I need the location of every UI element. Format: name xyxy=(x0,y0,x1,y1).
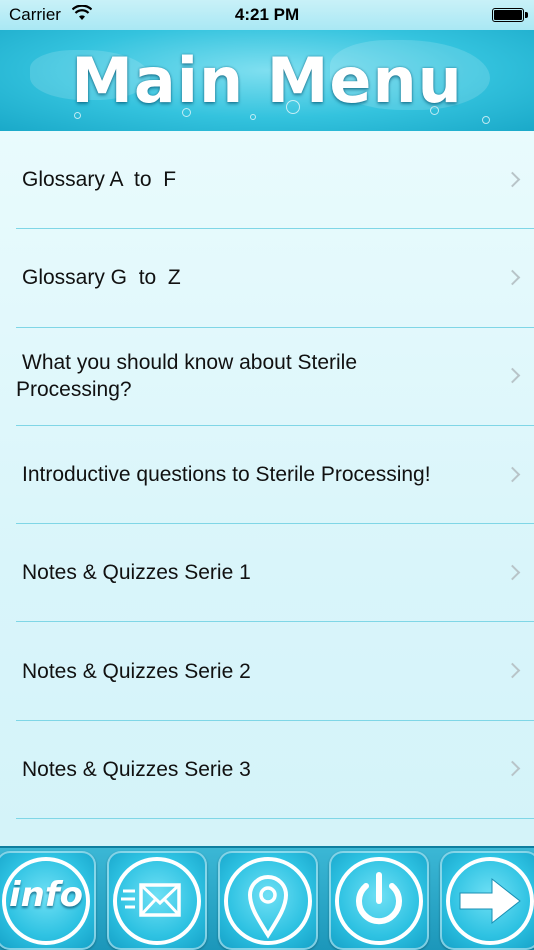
info-button-label: info xyxy=(8,875,83,915)
menu-item-label: Notes & Quizzes Serie 1 xyxy=(22,561,251,585)
bottom-toolbar: info xyxy=(0,846,534,950)
menu-item-what-to-know[interactable]: What you should know about Sterile Proce… xyxy=(16,328,534,426)
next-button[interactable] xyxy=(440,851,534,950)
menu-item-introductive-questions[interactable]: Introductive questions to Sterile Proces… xyxy=(16,426,534,525)
menu-item-label: Glossary G to Z xyxy=(22,266,181,290)
chevron-right-icon xyxy=(504,466,521,482)
menu-item-glossary-a-f[interactable]: Glossary A to F xyxy=(16,131,534,230)
power-button[interactable] xyxy=(329,851,429,950)
chevron-right-icon xyxy=(504,761,521,777)
menu-item-label: Notes & Quizzes Serie 3 xyxy=(22,757,251,781)
battery-icon xyxy=(492,8,528,22)
status-bar: Carrier 4:21 PM xyxy=(0,0,534,30)
menu-item-notes-quizzes-3[interactable]: Notes & Quizzes Serie 3 xyxy=(16,721,534,820)
arrow-right-icon xyxy=(446,857,534,945)
menu-item-label: Notes & Quizzes Serie 2 xyxy=(22,659,251,683)
chevron-right-icon xyxy=(504,662,521,679)
menu-item-label: Glossary A to F xyxy=(22,168,177,192)
power-icon xyxy=(335,857,423,945)
chevron-right-icon xyxy=(504,367,521,384)
page-title: Main Menu xyxy=(71,44,463,117)
status-time: 4:21 PM xyxy=(234,5,300,24)
menu-item-glossary-g-z[interactable]: Glossary G to Z xyxy=(16,229,534,328)
location-pin-icon xyxy=(224,857,312,945)
header-banner: Main Menu xyxy=(0,30,534,131)
bubble-decoration xyxy=(482,116,490,124)
mail-icon xyxy=(113,857,201,945)
location-button[interactable] xyxy=(218,851,318,950)
menu-item-notes-quizzes-1[interactable]: Notes & Quizzes Serie 1 xyxy=(16,524,534,623)
menu-item-label: Introductive questions to Sterile Proces… xyxy=(22,463,431,487)
menu-item-notes-quizzes-2[interactable]: Notes & Quizzes Serie 2 xyxy=(16,622,534,721)
mail-button[interactable] xyxy=(107,851,207,950)
main-menu-list: Glossary A to F Glossary G to Z What you… xyxy=(0,131,534,846)
menu-item-label: What you should know about Sterile Proce… xyxy=(16,351,358,402)
info-button[interactable]: info xyxy=(0,851,96,950)
chevron-right-icon xyxy=(504,269,521,286)
chevron-right-icon xyxy=(504,564,521,581)
chevron-right-icon xyxy=(504,171,521,187)
